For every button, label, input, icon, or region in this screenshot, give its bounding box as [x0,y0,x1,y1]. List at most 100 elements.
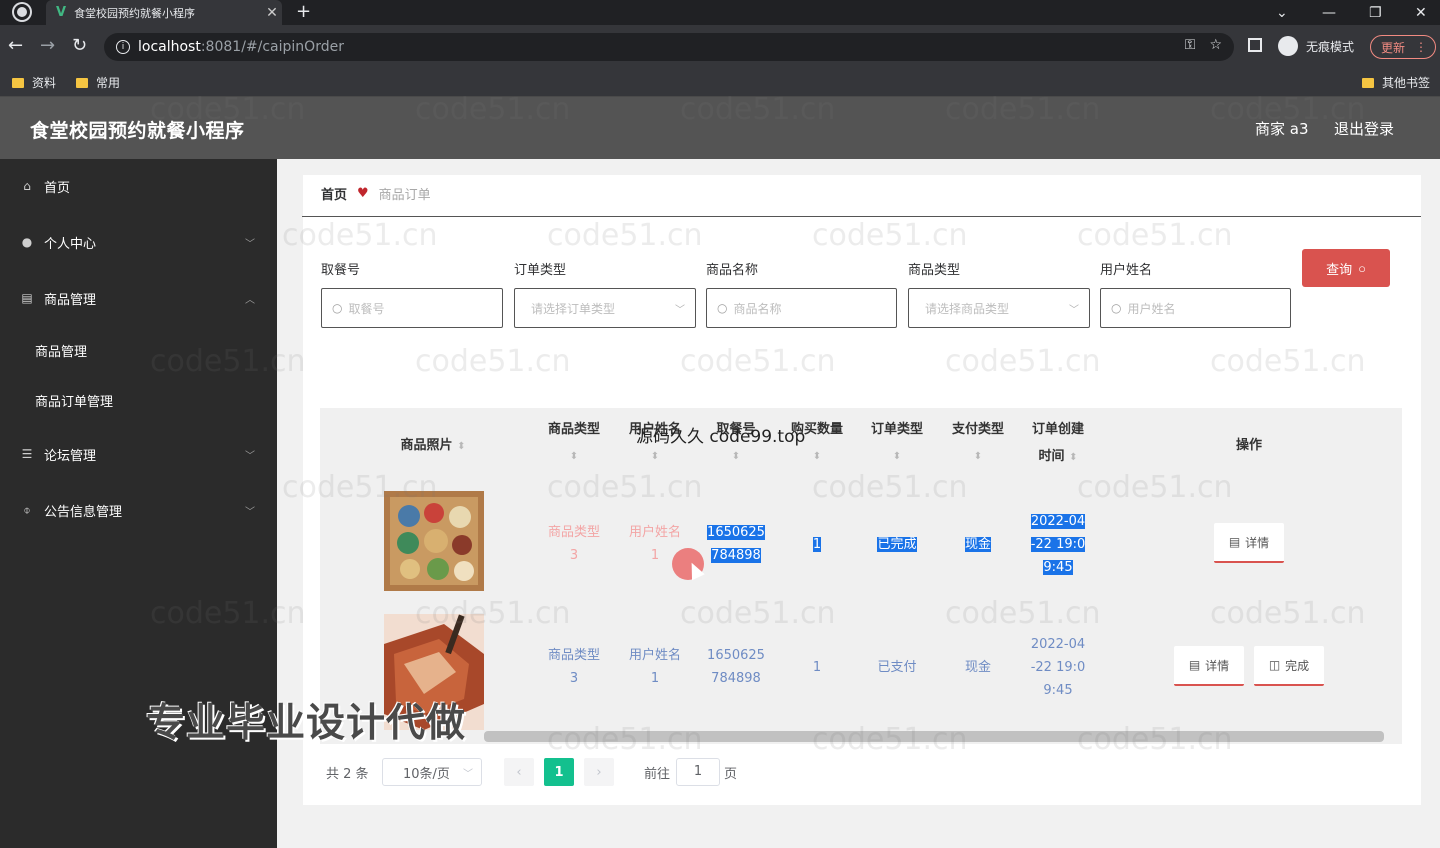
prev-page-button[interactable]: ‹ [504,758,534,786]
window-close-icon[interactable]: ✕ [1415,0,1427,25]
bookmark-folder-1[interactable]: 资料 [12,74,56,91]
col-header-order-type[interactable]: 订单类型 ⬍ [857,416,937,470]
app-title: 食堂校园预约就餐小程序 [30,120,245,142]
other-bookmarks[interactable]: 其他书签 [1362,74,1430,91]
page-number-current[interactable]: 1 [544,758,574,786]
placeholder: 请选择订单类型 [531,301,616,316]
col-label: 操作 [1235,438,1262,453]
sidebar-item-notice[interactable]: ⌽ 公告信息管理 ﹀ [0,490,277,530]
page-size-select[interactable]: 10条/页 ﹀ [382,758,482,786]
tab-search-icon[interactable]: ⌄ [1276,0,1288,25]
back-icon[interactable]: ← [8,35,23,56]
cell-goods-type: 商品类型 3 [534,644,614,690]
user-name-input[interactable]: ○ 用户姓名 [1100,288,1291,328]
col-header-created-time[interactable]: 订单创建 时间 ⬍ [1018,416,1098,471]
col-header-goods-type[interactable]: 商品类型 ⬍ [534,416,614,470]
sidebar-item-profile[interactable]: ● 个人中心 ﹀ [0,222,277,262]
cell-text: -22 19:0 [1030,660,1086,675]
button-label: 完成 [1285,658,1310,673]
breadcrumb-current: 商品订单 [378,188,431,203]
col-label: 时间 [1038,449,1065,464]
breadcrumb-divider [302,216,1421,217]
site-info-icon[interactable]: i [116,40,130,54]
user-icon: ● [21,235,33,249]
cell-text: 商品类型 [547,648,600,663]
sidebar-item-label: 商品订单管理 [35,394,114,410]
cell-text: 3 [569,548,579,563]
query-button[interactable]: 查询 ○ [1302,249,1390,287]
update-label: 更新 [1381,40,1406,55]
incognito-indicator[interactable]: 无痕模式 [1278,36,1354,56]
minimize-icon[interactable]: — [1322,0,1336,25]
cell-text: 9:45 [1043,683,1073,698]
cell-goods-type: 商品类型 3 [534,521,614,567]
pickup-code-input[interactable]: ○ 取餐号 [321,288,503,328]
sidebar-item-label: 首页 [44,180,71,196]
folder-icon [1362,77,1374,88]
sidebar-item-home[interactable]: ⌂ 首页 [0,166,277,206]
current-user: 商家 a3 [1255,120,1309,138]
chevron-down-icon: ﹀ [245,450,255,462]
breadcrumb-home[interactable]: 首页 [321,184,347,203]
filter-label-pickup-code: 取餐号 [321,263,361,278]
sort-icon: ⬍ [812,451,822,462]
filter-label-goods-type: 商品类型 [908,263,961,278]
heart-icon: ♥ [357,186,369,201]
col-label: 支付类型 [951,422,1004,437]
bookmark-folder-2[interactable]: 常用 [76,74,120,91]
col-label: 订单创建 [1031,422,1084,437]
col-header-photo[interactable]: 商品照片 ⬍ [383,432,483,460]
table-horizontal-scrollbar[interactable] [484,731,1384,742]
key-icon[interactable]: ⚿ [1185,37,1196,53]
goods-name-input[interactable]: ○ 商品名称 [706,288,897,328]
browser-tabstrip: V 食堂校园预约就餐小程序 ✕ + ⌄ — ❐ ✕ [0,0,1440,25]
chevron-down-icon: ﹀ [675,304,685,316]
logout-button[interactable]: 退出登录 [1334,118,1394,139]
restore-icon[interactable]: ❐ [1369,0,1382,25]
forward-icon[interactable]: → [40,35,55,56]
detail-button[interactable]: ▤ 详情 [1214,523,1284,563]
col-label: 订单类型 [870,422,923,437]
col-header-pay-type[interactable]: 支付类型 ⬍ [938,416,1018,470]
sidebar-subitem-orders[interactable]: 商品订单管理 [0,380,277,420]
sort-icon: ⬍ [1069,452,1078,463]
next-page-button[interactable]: › [584,758,614,786]
col-label: 商品照片 [400,438,453,453]
cell-text: 2022-04 [1030,637,1086,652]
goto-page-input[interactable]: 1 [676,758,720,786]
update-button[interactable]: 更新 ⋮ [1370,35,1436,59]
goods-type-select[interactable]: 请选择商品类型 ﹀ [908,288,1090,328]
bookmark-star-icon[interactable]: ☆ [1209,37,1222,53]
order-type-select[interactable]: 请选择订单类型 ﹀ [514,288,696,328]
placeholder: 请选择商品类型 [925,301,1010,316]
folder-icon [12,77,24,88]
chrome-logo-icon [14,4,30,20]
cell-text: 784898 [711,671,761,686]
cell-pickup-code: 1650625 784898 [696,521,776,567]
cell-text: 现金 [964,537,991,552]
search-icon: ○ [717,301,728,315]
query-label: 查询 [1326,261,1353,277]
new-tab-icon[interactable]: + [296,1,311,22]
incognito-icon [1278,36,1298,56]
sidebar-subitem-goods[interactable]: 商品管理 [0,330,277,370]
detail-button[interactable]: ▤ 详情 [1174,646,1244,686]
reload-icon[interactable]: ↻ [72,35,87,56]
bookmark-label: 其他书签 [1382,76,1431,90]
placeholder: 取餐号 [348,301,385,316]
chevron-down-icon: ﹀ [245,506,255,518]
goods-photo[interactable] [384,491,484,591]
tab-close-icon[interactable]: ✕ [262,5,282,21]
document-icon: ▤ [1228,535,1241,549]
browser-tab[interactable]: V 食堂校园预约就餐小程序 ✕ [46,0,282,25]
side-panel-icon[interactable] [1248,38,1262,52]
address-bar[interactable]: i localhost :8081/#/caipinOrder ⚿ ☆ [104,33,1234,61]
sort-icon: ⬍ [892,451,902,462]
cell-text: 已完成 [877,537,917,552]
url-host: localhost [138,39,201,55]
sort-icon: ⬍ [973,451,983,462]
sidebar-item-goods[interactable]: ▤ 商品管理 ︿ [0,278,277,318]
placeholder: 用户姓名 [1127,301,1176,316]
complete-button[interactable]: ◫ 完成 [1254,646,1324,686]
sidebar-item-forum[interactable]: ☰ 论坛管理 ﹀ [0,434,277,474]
